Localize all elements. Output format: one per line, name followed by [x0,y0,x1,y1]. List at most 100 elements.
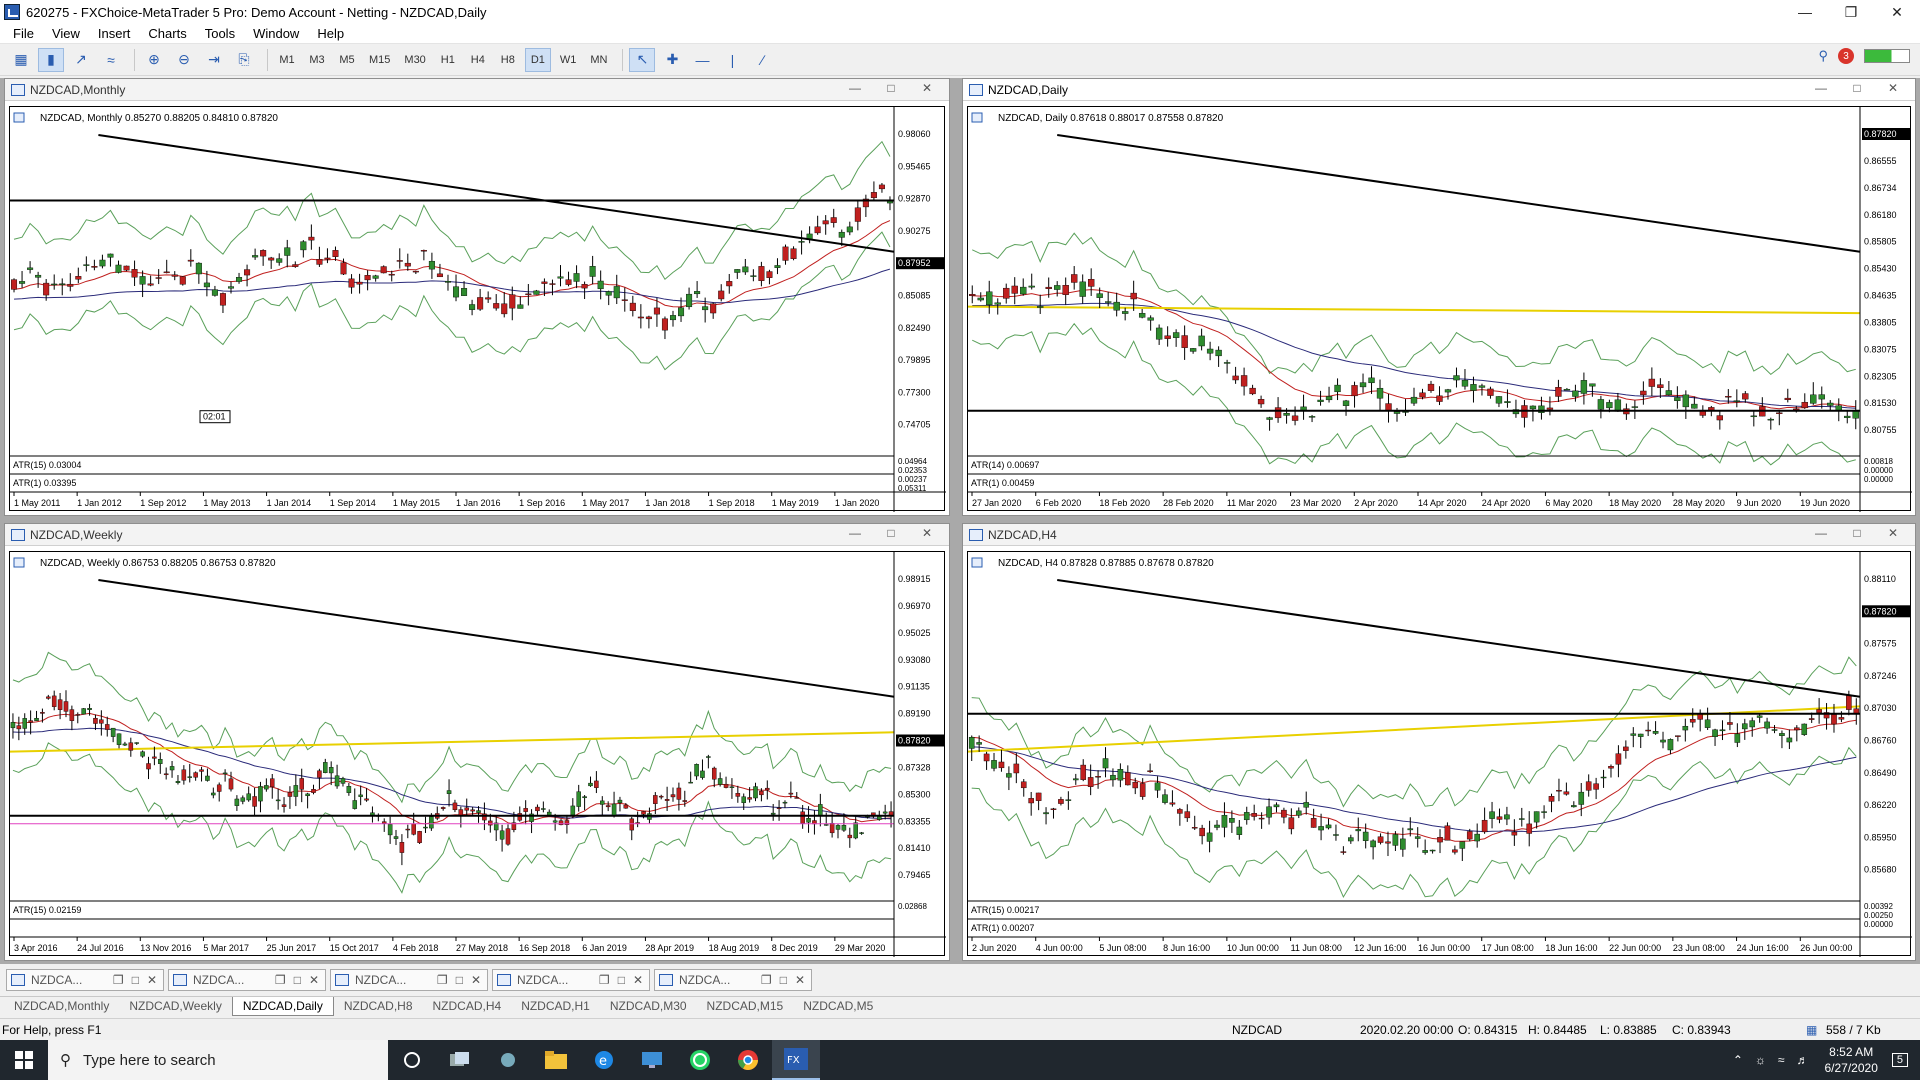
tab-weekly[interactable]: NZDCAD,Weekly [119,997,231,1015]
tf-h1[interactable]: H1 [435,48,461,72]
restore-icon[interactable]: ❐ [437,973,448,987]
price-chart[interactable]: NZDCAD, Monthly 0.85270 0.88205 0.84810 … [9,106,946,512]
notification-badge[interactable]: 3 [1838,48,1854,64]
chevron-up-icon[interactable]: ⌃ [1733,1053,1743,1067]
menu-window[interactable]: Window [244,26,308,41]
tf-d1[interactable]: D1 [524,47,551,72]
restore-icon[interactable]: ❐ [275,973,286,987]
tab-m30[interactable]: NZDCAD,M30 [600,997,697,1015]
new-chart-icon[interactable]: ▦ [8,48,34,72]
zoom-in-icon[interactable]: ⊕ [141,48,167,72]
network-icon[interactable]: ☼ [1755,1053,1766,1067]
tf-mn[interactable]: MN [585,48,612,72]
maximize-icon[interactable]: □ [1839,81,1875,95]
close-icon[interactable]: ✕ [147,973,157,987]
tab-daily[interactable]: NZDCAD,Daily [231,997,334,1016]
settings-app-icon[interactable] [484,1040,532,1080]
file-explorer-icon[interactable] [532,1040,580,1080]
close-icon[interactable]: ✕ [795,973,805,987]
chart-window-monthly[interactable]: NZDCAD,Monthly — □ ✕ NZDCAD, Monthly 0.852… [4,78,950,516]
tab-m5[interactable]: NZDCAD,M5 [793,997,883,1015]
chart-window-h4[interactable]: NZDCAD,H4 — □ ✕ NZDCAD, H4 0.87828 0.87885… [962,523,1916,961]
tf-m1[interactable]: M1 [274,48,300,72]
autoscroll-icon[interactable]: ⇥ [201,48,227,72]
taskbar-clock[interactable]: 8:52 AM 6/27/2020 [1824,1044,1877,1076]
menu-tools[interactable]: Tools [196,26,244,41]
restore-icon[interactable]: ❐ [1828,0,1874,24]
indicators-icon[interactable]: ≈ [98,48,124,72]
minimized-window[interactable]: NZDCA... ❐ □ ✕ [654,969,812,991]
maximize-icon[interactable]: □ [1839,526,1875,540]
restore-icon[interactable]: ❐ [761,973,772,987]
close-icon[interactable]: ✕ [309,973,319,987]
price-chart[interactable]: NZDCAD, H4 0.87828 0.87885 0.87678 0.878… [967,551,1912,957]
menu-help[interactable]: Help [308,26,353,41]
tf-m30[interactable]: M30 [399,48,430,72]
chart-window-weekly[interactable]: NZDCAD,Weekly — □ ✕ NZDCAD, Weekly 0.86753… [4,523,950,961]
maximize-icon[interactable]: □ [618,973,625,987]
close-icon[interactable]: ✕ [909,81,945,95]
menu-file[interactable]: File [4,26,43,41]
chrome-icon[interactable] [724,1040,772,1080]
minimized-window[interactable]: NZDCA... ❐ □ ✕ [330,969,488,991]
close-icon[interactable]: ✕ [633,973,643,987]
horizontal-line-icon[interactable]: — [689,48,715,72]
minimize-icon[interactable]: — [1803,81,1839,95]
zoom-out-icon[interactable]: ⊖ [171,48,197,72]
menu-charts[interactable]: Charts [139,26,195,41]
remote-desktop-icon[interactable] [628,1040,676,1080]
minimize-icon[interactable]: — [837,81,873,95]
tab-monthly[interactable]: NZDCAD,Monthly [4,997,119,1015]
restore-icon[interactable]: ❐ [113,973,124,987]
minimized-window[interactable]: NZDCA... ❐ □ ✕ [6,969,164,991]
tab-h8[interactable]: NZDCAD,H8 [334,997,423,1015]
tf-h4[interactable]: H4 [465,48,491,72]
edge-browser-icon[interactable]: e [580,1040,628,1080]
maximize-icon[interactable]: □ [456,973,463,987]
volume-icon[interactable]: ♬ [1796,1053,1808,1067]
tab-h4[interactable]: NZDCAD,H4 [423,997,512,1015]
fxchoice-app-icon[interactable]: FX [772,1040,820,1080]
tab-m15[interactable]: NZDCAD,M15 [697,997,794,1015]
crosshair-icon[interactable]: ✚ [659,48,685,72]
close-icon[interactable]: ✕ [1875,526,1911,540]
maximize-icon[interactable]: □ [873,526,909,540]
maximize-icon[interactable]: □ [294,973,301,987]
maximize-icon[interactable]: □ [873,81,909,95]
whatsapp-icon[interactable] [676,1040,724,1080]
tf-m5[interactable]: M5 [334,48,360,72]
close-icon[interactable]: ✕ [471,973,481,987]
minimize-icon[interactable]: — [1782,0,1828,24]
chart-shift-icon[interactable]: ⎘ [231,48,257,72]
maximize-icon[interactable]: □ [780,973,787,987]
tf-m15[interactable]: M15 [364,48,395,72]
maximize-icon[interactable]: □ [132,973,139,987]
minimize-icon[interactable]: — [837,526,873,540]
trendline-icon[interactable]: ∕ [749,48,775,72]
menu-insert[interactable]: Insert [89,26,140,41]
price-chart[interactable]: NZDCAD, Weekly 0.86753 0.88205 0.86753 0… [9,551,946,957]
close-icon[interactable]: ✕ [1875,81,1911,95]
minimized-window[interactable]: NZDCA... ❐ □ ✕ [168,969,326,991]
windows-start-icon[interactable] [0,1040,48,1080]
vertical-line-icon[interactable]: | [719,48,745,72]
cursor-icon[interactable]: ↖ [629,47,656,72]
close-icon[interactable]: ✕ [1874,0,1920,24]
taskbar-search-input[interactable]: ⚲ Type here to search [48,1040,388,1080]
search-icon[interactable]: ⚲ [1818,48,1828,64]
price-chart[interactable]: NZDCAD, Daily 0.87618 0.88017 0.87558 0.… [967,106,1912,512]
menu-view[interactable]: View [43,26,89,41]
minimized-window[interactable]: NZDCA... ❐ □ ✕ [492,969,650,991]
minimize-icon[interactable]: — [1803,526,1839,540]
close-icon[interactable]: ✕ [909,526,945,540]
cortana-icon[interactable] [388,1040,436,1080]
task-view-icon[interactable] [436,1040,484,1080]
line-chart-icon[interactable]: ↗ [68,48,94,72]
tf-m3[interactable]: M3 [304,48,330,72]
candles-icon[interactable]: ▮ [38,47,64,72]
tf-h8[interactable]: H8 [495,48,521,72]
wifi-icon[interactable]: ≈ [1778,1053,1785,1067]
tab-h1[interactable]: NZDCAD,H1 [511,997,600,1015]
restore-icon[interactable]: ❐ [599,973,610,987]
tf-w1[interactable]: W1 [555,48,582,72]
